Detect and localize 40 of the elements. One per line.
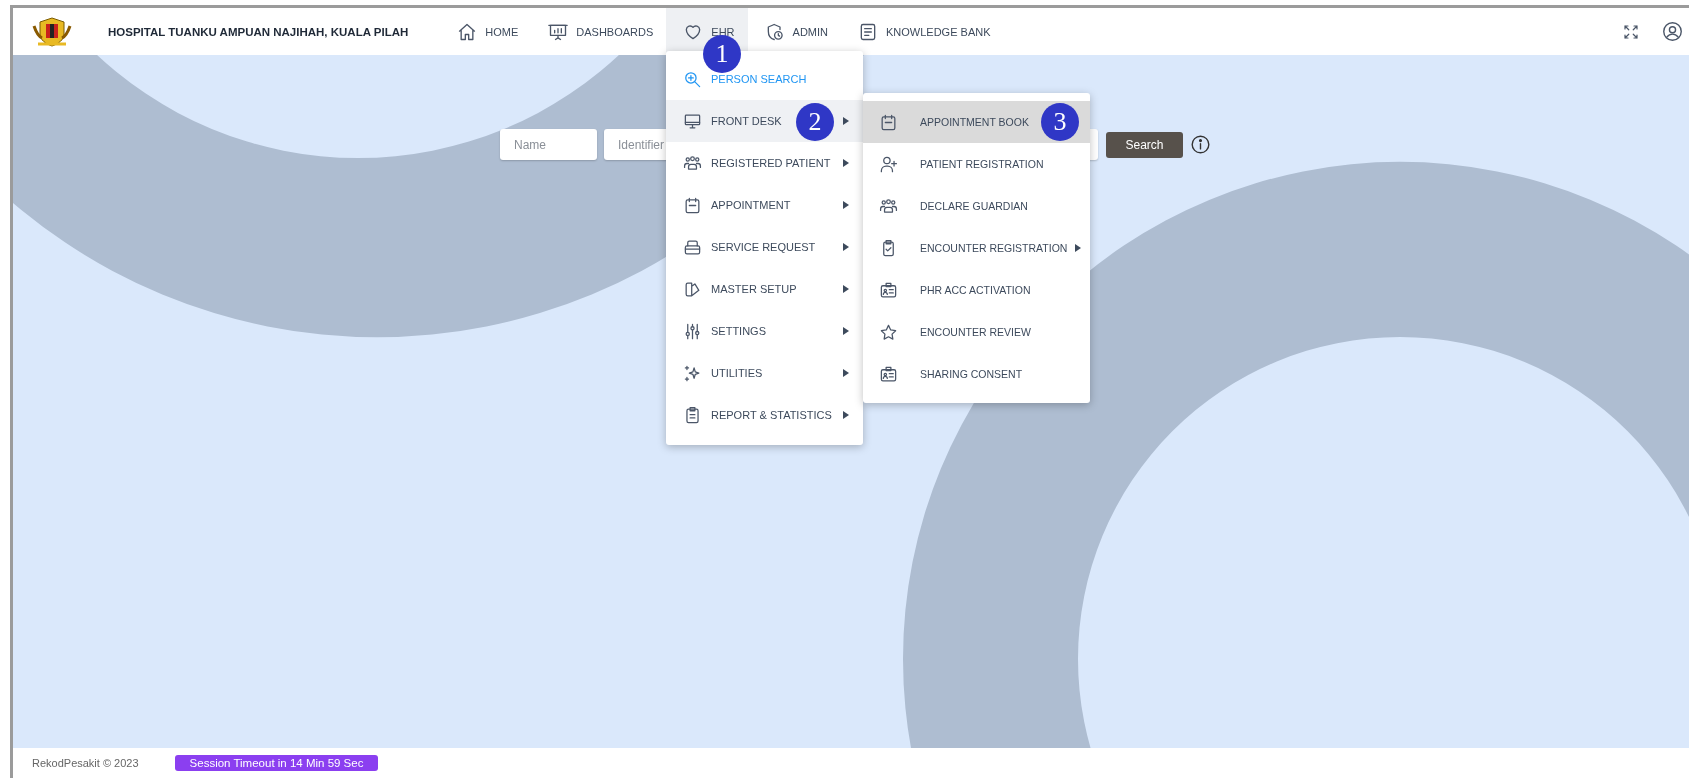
menu-item[interactable]: REPORT & STATISTICS — [666, 394, 863, 436]
emblem-icon — [32, 15, 72, 48]
menu-item[interactable]: UTILITIES — [666, 352, 863, 394]
menu-item[interactable]: SETTINGS — [666, 310, 863, 352]
menu-item[interactable]: ENCOUNTER REVIEW — [863, 311, 1090, 353]
nav-link[interactable]: KNOWLEDGE BANK — [841, 8, 1004, 55]
user-account-icon[interactable] — [1662, 21, 1683, 42]
search-button[interactable]: Search — [1106, 131, 1183, 158]
menu-item[interactable]: SERVICE REQUEST — [666, 226, 863, 268]
fullscreen-icon[interactable] — [1622, 22, 1640, 41]
people-icon — [879, 196, 898, 216]
menu-item[interactable]: ENCOUNTER REGISTRATION — [863, 227, 1090, 269]
sliders-icon — [683, 321, 702, 341]
clipboard-icon — [683, 405, 702, 425]
menu-item[interactable]: SHARING CONSENT — [863, 353, 1090, 395]
menu-item[interactable]: REGISTERED PATIENT — [666, 142, 863, 184]
search-field[interactable]: Name — [500, 129, 597, 160]
session-timeout-badge: Session Timeout in 14 Min 59 Sec — [174, 755, 379, 771]
nav-link[interactable]: HOME — [440, 8, 532, 55]
id-card-icon — [879, 364, 898, 384]
nav-link[interactable]: DASHBOARDS — [531, 8, 667, 55]
info-icon[interactable] — [1190, 134, 1211, 155]
menu-item[interactable]: DECLARE GUARDIAN — [863, 185, 1090, 227]
document-icon — [858, 21, 878, 42]
menu-item[interactable]: MASTER SETUP — [666, 268, 863, 310]
nav-link[interactable]: ADMIN — [747, 8, 841, 55]
calendar-icon — [879, 112, 898, 132]
home-icon — [457, 21, 478, 42]
person-add-icon — [879, 154, 898, 174]
menu-item[interactable]: PATIENT REGISTRATION — [863, 143, 1090, 185]
calendar-icon — [683, 195, 702, 215]
star-icon — [879, 322, 898, 342]
hospital-title: HOSPITAL TUANKU AMPUAN NAJIHAH, KUALA PILAH — [108, 25, 409, 38]
sparkle-icon — [683, 363, 702, 383]
copyright-text: RekodPesakit © 2023 — [32, 757, 139, 769]
id-card-icon — [879, 280, 898, 300]
menu-item[interactable]: APPOINTMENT — [666, 184, 863, 226]
zoom-in-icon — [683, 69, 702, 89]
menu-item[interactable]: PHR ACC ACTIVATION — [863, 269, 1090, 311]
people-icon — [683, 153, 702, 173]
